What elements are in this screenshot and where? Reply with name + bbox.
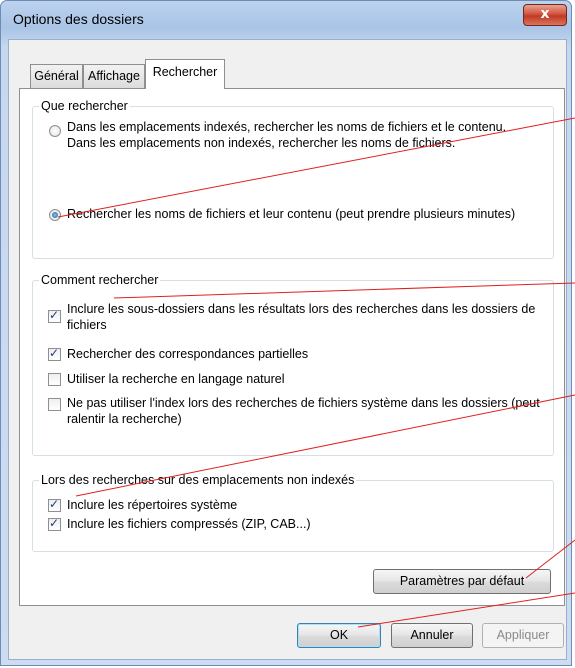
restore-defaults-button[interactable]: Paramètres par défaut [373,569,551,594]
no-index-label-line1: Ne pas utiliser l'index lors des recherc… [67,396,540,410]
tab-search[interactable]: Rechercher [145,59,225,89]
window-title: Options des dossiers [13,11,144,27]
tab-search-label: Rechercher [152,65,218,79]
non-indexed-title: Lors des recherches sur des emplacements… [39,473,357,487]
compressed-files-label: Inclure les fichiers compressés (ZIP, CA… [67,517,311,531]
title-bar[interactable]: Options des dossiers x [1,1,571,39]
checkbox-natural-language[interactable] [48,373,61,386]
tab-display-label: Affichage [88,69,140,83]
ok-label: OK [329,628,349,642]
system-directories-label: Inclure les répertoires système [67,498,238,512]
include-subfolders-label-line1: Inclure les sous-dossiers dans les résul… [67,302,536,316]
apply-button[interactable]: Appliquer [482,623,564,648]
natural-language-label: Utiliser la recherche en langage naturel [67,372,285,386]
checkbox-partial-matches[interactable] [48,346,61,361]
apply-label: Appliquer [496,628,550,642]
radio-names-and-content[interactable] [49,209,61,221]
tab-display[interactable]: Affichage [83,64,145,88]
tab-general[interactable]: Général [30,64,83,88]
close-icon: x [540,6,550,22]
what-to-search-title: Que rechercher [39,99,130,113]
how-to-search-title: Comment rechercher [39,273,161,287]
checkbox-compressed-files[interactable] [48,516,61,531]
cancel-button[interactable]: Annuler [391,623,473,648]
radio-indexed-label-line2: Dans les emplacements non indexés, reche… [67,136,456,150]
tab-general-label: Général [34,69,79,83]
radio-indexed-locations[interactable] [49,125,61,137]
checkbox-system-directories[interactable] [48,497,61,512]
radio-names-and-content-label: Rechercher les noms de fichiers et leur … [67,207,516,221]
cancel-label: Annuler [410,628,454,642]
include-subfolders-label-line2: fichiers [67,318,107,332]
no-index-label-line2: ralentir la recherche) [67,412,182,426]
partial-matches-label: Rechercher des correspondances partielle… [67,347,309,361]
close-button[interactable]: x [523,4,567,26]
checkbox-no-index-system-files[interactable] [48,398,61,411]
restore-defaults-label: Paramètres par défaut [399,574,525,588]
checkbox-include-subfolders[interactable] [48,308,61,323]
radio-indexed-label-line1: Dans les emplacements indexés, recherche… [67,120,507,134]
search-tab-panel: Que rechercher Dans les emplacements ind… [19,88,565,606]
ok-button[interactable]: OK [297,623,381,648]
